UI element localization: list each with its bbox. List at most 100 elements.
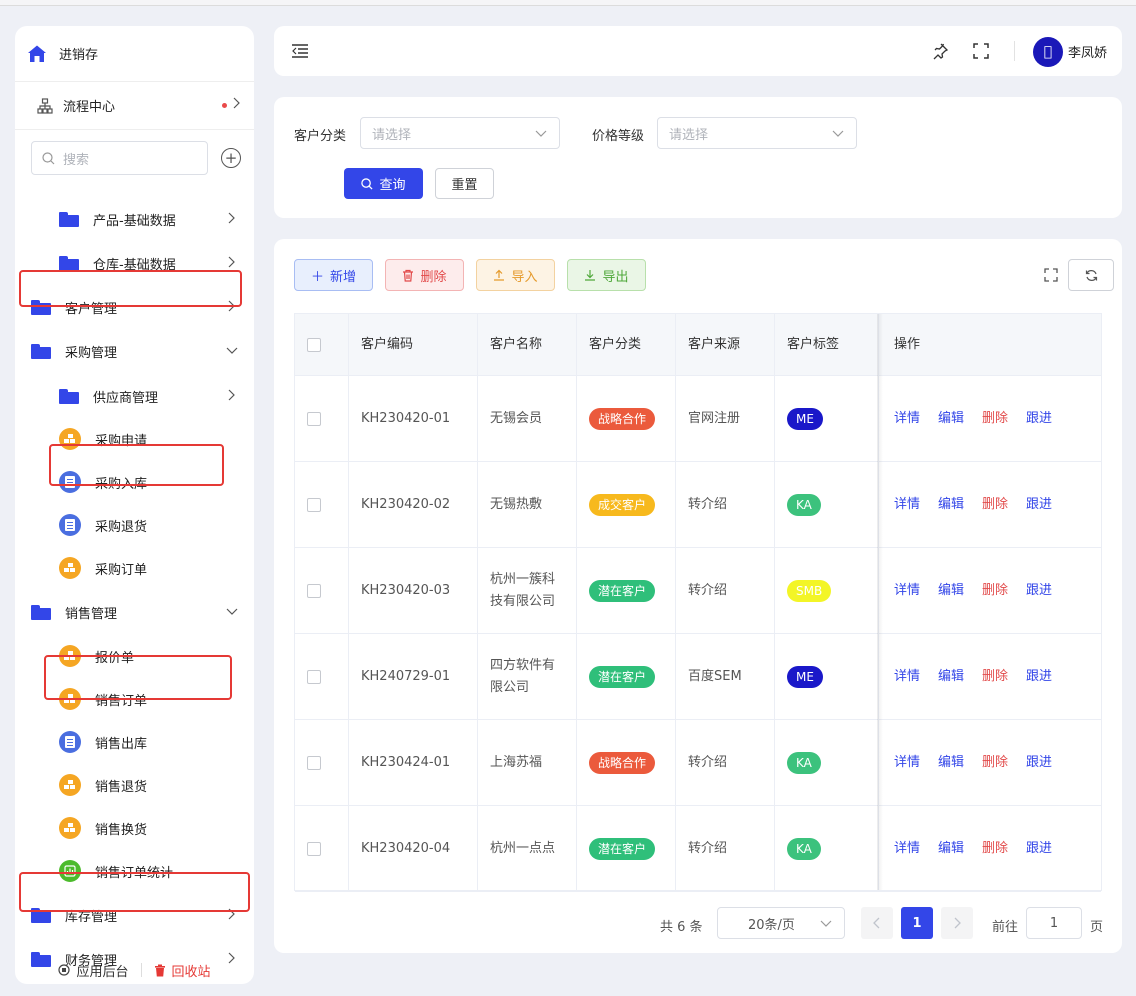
chevron-down-icon [820,920,832,927]
sidebar-item[interactable]: 报价单 [15,636,254,676]
recycle-bin-link[interactable]: 回收站 [154,961,211,980]
price-level-select[interactable]: 请选择 [657,117,857,149]
sidebar-item-label: 销售订单统计 [95,865,174,881]
edit-link[interactable]: 编辑 [938,494,964,516]
tag-cell: KA [775,462,879,548]
delete-link[interactable]: 删除 [982,666,1008,688]
sidebar-item[interactable]: 采购订单 [15,548,254,588]
sidebar-item-label: 采购入库 [95,476,148,492]
sidebar-search-input[interactable]: 搜索 [31,141,208,175]
sidebar-item[interactable]: 产品-基础数据 [15,199,254,239]
delete-link[interactable]: 删除 [982,752,1008,774]
flow-center-item[interactable]: 流程中心 [15,82,254,130]
sidebar-item[interactable]: 仓库-基础数据 [15,243,254,283]
sidebar-item-label: 供应商管理 [93,390,159,406]
detail-link[interactable]: 详情 [894,494,920,516]
import-button[interactable]: 导入 [476,259,555,291]
sidebar-item[interactable]: 销售订单统计 [15,851,254,891]
edit-link[interactable]: 编辑 [938,408,964,430]
sidebar-item-label: 产品-基础数据 [93,213,176,229]
edit-link[interactable]: 编辑 [938,666,964,688]
table-row: KH230420-01 无锡会员 战略合作 官网注册 ME 详情 编辑 删除 跟进 [295,376,1101,462]
row-checkbox[interactable] [307,842,321,856]
sidebar-item[interactable]: 客户管理 [15,287,254,327]
detail-link[interactable]: 详情 [894,838,920,860]
sidebar-brand[interactable]: 进销存 [15,26,254,82]
sidebar-item[interactable]: 销售订单 [15,679,254,719]
customer-name-cell: 无锡会员 [478,376,577,462]
follow-up-link[interactable]: 跟进 [1026,408,1052,430]
follow-up-link[interactable]: 跟进 [1026,580,1052,602]
add-button[interactable]: ＋ 新增 [294,259,373,291]
category-select[interactable]: 请选择 [360,117,560,149]
query-button[interactable]: 查询 [344,168,423,199]
row-checkbox[interactable] [307,670,321,684]
delete-button[interactable]: 删除 [385,259,464,291]
row-checkbox[interactable] [307,756,321,770]
edit-link[interactable]: 编辑 [938,580,964,602]
next-page-button[interactable] [941,907,973,939]
refresh-button[interactable] [1068,259,1114,291]
select-all-checkbox[interactable] [307,338,321,352]
edit-link[interactable]: 编辑 [938,752,964,774]
category-pill: 潜在客户 [589,838,656,860]
upload-icon [494,269,505,281]
chevron-left-icon [873,917,880,929]
row-checkbox[interactable] [307,584,321,598]
category-filter-label: 客户分类 [294,129,347,144]
tag-cell: KA [775,720,879,806]
table-fullscreen-icon[interactable] [1044,268,1058,282]
delete-link[interactable]: 删除 [982,408,1008,430]
customer-name-line: 杭州一点点 [490,841,556,856]
table-row: KH230420-02 无锡热敷 成交客户 转介绍 KA 详情 编辑 删除 跟进 [295,462,1101,548]
sidebar-item[interactable]: 销售出库 [15,722,254,762]
pin-icon[interactable] [931,42,949,60]
org-chart-icon [37,97,53,114]
detail-link[interactable]: 详情 [894,408,920,430]
detail-link[interactable]: 详情 [894,752,920,774]
chevron-down-icon [832,130,844,137]
user-avatar[interactable]: 󰀀 [1033,37,1063,67]
sidebar-item[interactable]: 供应商管理 [15,376,254,416]
reset-button[interactable]: 重置 [435,168,494,199]
sidebar-item[interactable]: 采购退货 [15,505,254,545]
edit-link[interactable]: 编辑 [938,838,964,860]
chart-icon [59,860,81,882]
sidebar-item[interactable]: 销售管理 [15,592,254,632]
delete-link[interactable]: 删除 [982,580,1008,602]
follow-up-link[interactable]: 跟进 [1026,752,1052,774]
sidebar-item[interactable]: 采购入库 [15,462,254,502]
current-page-button[interactable]: 1 [901,907,933,939]
previous-page-button[interactable] [861,907,893,939]
delete-link[interactable]: 删除 [982,494,1008,516]
query-label: 查询 [379,178,406,193]
sidebar-item[interactable]: 销售退货 [15,765,254,805]
customer-tag-pill: KA [787,838,821,860]
sidebar-item[interactable]: 采购管理 [15,331,254,371]
window-top-bar [0,0,1136,6]
follow-up-link[interactable]: 跟进 [1026,494,1052,516]
chevron-down-icon [226,347,238,354]
user-name[interactable]: 李凤娇 [1068,42,1107,61]
follow-up-link[interactable]: 跟进 [1026,838,1052,860]
sidebar-item[interactable]: 采购申请 [15,419,254,459]
customer-source: 转介绍 [676,462,775,548]
admin-link[interactable]: 应用后台 [58,961,129,980]
page-size-select[interactable]: 20条/页 [717,907,845,939]
customer-name-cell: 无锡热敷 [478,462,577,548]
goto-page-input[interactable]: 1 [1026,907,1082,939]
row-checkbox[interactable] [307,412,321,426]
row-checkbox[interactable] [307,498,321,512]
detail-link[interactable]: 详情 [894,666,920,688]
detail-link[interactable]: 详情 [894,580,920,602]
download-icon [585,270,596,281]
export-button[interactable]: 导出 [567,259,646,291]
sidebar-item[interactable]: 库存管理 [15,895,254,935]
follow-up-link[interactable]: 跟进 [1026,666,1052,688]
column-header-category: 客户分类 [577,314,676,376]
add-circle-button[interactable]: + [221,148,241,168]
delete-link[interactable]: 删除 [982,838,1008,860]
sidebar-item[interactable]: 销售换货 [15,808,254,848]
collapse-menu-icon[interactable] [291,43,309,59]
fullscreen-icon[interactable] [972,42,990,60]
